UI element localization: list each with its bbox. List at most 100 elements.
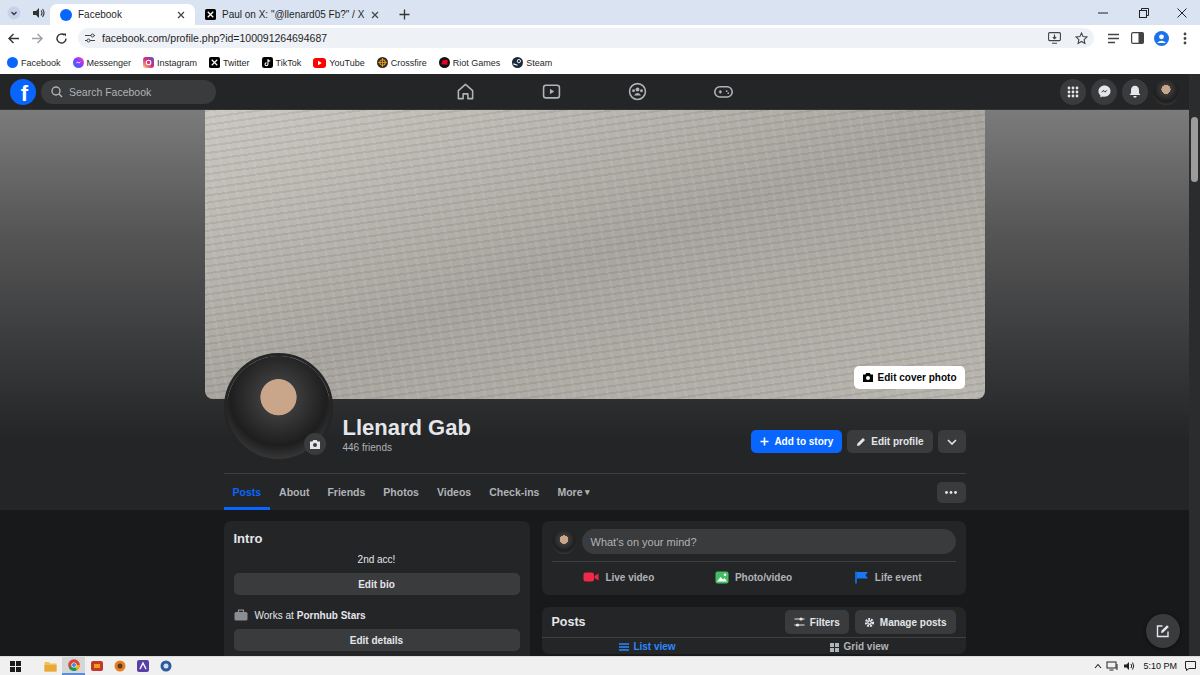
speaker-icon[interactable] — [26, 0, 50, 25]
url-text[interactable]: facebook.com/profile.php?id=100091264694… — [102, 32, 1042, 44]
edit-profile-button[interactable]: Edit profile — [847, 430, 932, 453]
view-toggle[interactable]: Grid view — [754, 640, 966, 654]
profile-picture[interactable] — [224, 353, 333, 462]
minimize-icon[interactable] — [1082, 0, 1124, 25]
facebook-logo[interactable]: f — [10, 79, 36, 105]
edit-bio-button[interactable]: Edit bio — [234, 573, 520, 595]
camera-icon[interactable] — [304, 433, 326, 455]
profile-tab[interactable]: Videos — [428, 474, 480, 510]
filters-button[interactable]: Filters — [785, 610, 849, 634]
browser-tab[interactable]: Facebook — [50, 4, 195, 25]
facebook-nav: f — [0, 74, 1189, 110]
filters-icon — [794, 617, 805, 627]
notifications-icon[interactable] — [1122, 79, 1148, 105]
search-input[interactable] — [69, 86, 206, 98]
scrollbar[interactable] — [1189, 74, 1200, 656]
bookmark[interactable]: YouTube — [313, 58, 364, 68]
workplace-link[interactable]: Pornhub Stars — [297, 610, 366, 621]
messenger-icon[interactable] — [1091, 79, 1117, 105]
new-tab-icon[interactable] — [391, 4, 417, 25]
profile-body: Intro 2nd acc! Edit bio Works at Pornhub… — [0, 510, 1189, 656]
network-icon[interactable] — [1106, 661, 1119, 671]
tab-title[interactable]: Paul on X: "@llenard05 Fb?" / X — [222, 9, 364, 20]
composer-action[interactable]: Photo/video — [686, 562, 821, 592]
friend-count[interactable]: 446 friends — [343, 441, 471, 454]
manage-posts-button[interactable]: Manage posts — [855, 610, 956, 634]
facebook-page: f Edit cover photo — [0, 74, 1189, 656]
profile-options-button[interactable] — [938, 430, 966, 453]
install-app-icon[interactable] — [1048, 32, 1061, 44]
bookmark[interactable]: Riot Games — [439, 57, 501, 68]
search-field[interactable] — [41, 80, 216, 104]
profile-tab[interactable]: Photos — [374, 474, 428, 510]
new-message-icon[interactable] — [1146, 614, 1180, 648]
tab-list: Facebook Paul on X: "@llenard05 Fb?" / X — [50, 0, 387, 25]
caret: ▾ — [585, 487, 590, 497]
edit-cover-button[interactable]: Edit cover photo — [854, 366, 965, 389]
show-hidden-icons-icon[interactable] — [1094, 663, 1102, 669]
reload-icon[interactable] — [50, 27, 72, 49]
windows-start-icon[interactable] — [4, 657, 27, 675]
close-tab-icon[interactable] — [370, 9, 379, 21]
app-icon[interactable] — [154, 657, 177, 675]
pencil-icon — [856, 437, 866, 447]
view-toggle[interactable]: List view — [542, 640, 754, 654]
bookmark[interactable]: Twitter — [209, 57, 250, 68]
composer-action[interactable]: Live video — [552, 562, 687, 592]
notification-center-icon[interactable] — [1185, 661, 1196, 671]
restore-icon[interactable] — [1124, 0, 1164, 25]
back-icon[interactable] — [2, 27, 24, 49]
tab-search-icon[interactable] — [2, 0, 26, 25]
app-icon[interactable] — [85, 657, 108, 675]
profile-icon[interactable] — [1150, 27, 1172, 49]
profile-tab[interactable]: More▾ — [548, 474, 599, 510]
scrollbar-thumb[interactable] — [1191, 117, 1198, 182]
add-to-story-button[interactable]: Add to story — [751, 430, 842, 453]
chrome-icon[interactable] — [62, 657, 85, 675]
bookmark[interactable]: Messenger — [73, 57, 132, 68]
profile-tab[interactable]: Posts — [224, 474, 271, 510]
account-avatar[interactable] — [1153, 79, 1179, 105]
bookmark[interactable]: TikTok — [262, 57, 302, 68]
side-panel-icon[interactable] — [1126, 27, 1148, 49]
profile-tab[interactable]: Friends — [318, 474, 374, 510]
bookmark-star-icon[interactable] — [1075, 32, 1088, 45]
app-icon[interactable] — [108, 657, 131, 675]
composer-avatar[interactable] — [552, 530, 576, 554]
tab-list-icon[interactable] — [1102, 27, 1124, 49]
camera-icon — [862, 372, 874, 383]
forward-icon[interactable] — [26, 27, 48, 49]
file-explorer-icon[interactable] — [39, 657, 62, 675]
composer-action[interactable]: Life event — [821, 562, 956, 592]
bookmark[interactable]: Facebook — [7, 57, 61, 68]
bookmark[interactable]: Crossfire — [377, 57, 427, 68]
edit-details-button[interactable]: Edit details — [234, 629, 520, 651]
live-video-icon — [583, 571, 599, 583]
more-options-icon[interactable] — [937, 482, 966, 503]
tab-title[interactable]: Facebook — [78, 9, 169, 20]
cover-photo[interactable]: Edit cover photo — [205, 110, 985, 399]
profile-tab[interactable]: Check-ins — [480, 474, 548, 510]
grid-icon — [830, 643, 839, 652]
riot-games-icon — [439, 57, 450, 68]
site-settings-icon[interactable] — [84, 32, 96, 44]
menu-grid-icon[interactable] — [1060, 79, 1086, 105]
volume-icon[interactable] — [1123, 661, 1135, 671]
close-window-icon[interactable] — [1164, 0, 1200, 25]
composer-input[interactable]: What's on your mind? — [582, 529, 956, 554]
video-icon[interactable] — [509, 75, 595, 109]
home-icon[interactable] — [423, 75, 509, 109]
bookmark[interactable]: Steam — [512, 57, 552, 68]
url-field[interactable]: facebook.com/profile.php?id=100091264694… — [78, 28, 1094, 48]
bookmark[interactable]: Instagram — [143, 57, 197, 68]
close-tab-icon[interactable] — [175, 9, 187, 21]
crossfire-icon — [377, 57, 388, 68]
clock[interactable]: 5:10 PM — [1139, 661, 1181, 671]
gaming-icon[interactable] — [681, 75, 767, 109]
menu-icon[interactable] — [1174, 27, 1196, 49]
messenger-icon — [73, 57, 84, 68]
profile-tab[interactable]: About — [270, 474, 318, 510]
groups-icon[interactable] — [595, 75, 681, 109]
browser-tab[interactable]: Paul on X: "@llenard05 Fb?" / X — [195, 4, 387, 25]
app-icon[interactable] — [131, 657, 154, 675]
